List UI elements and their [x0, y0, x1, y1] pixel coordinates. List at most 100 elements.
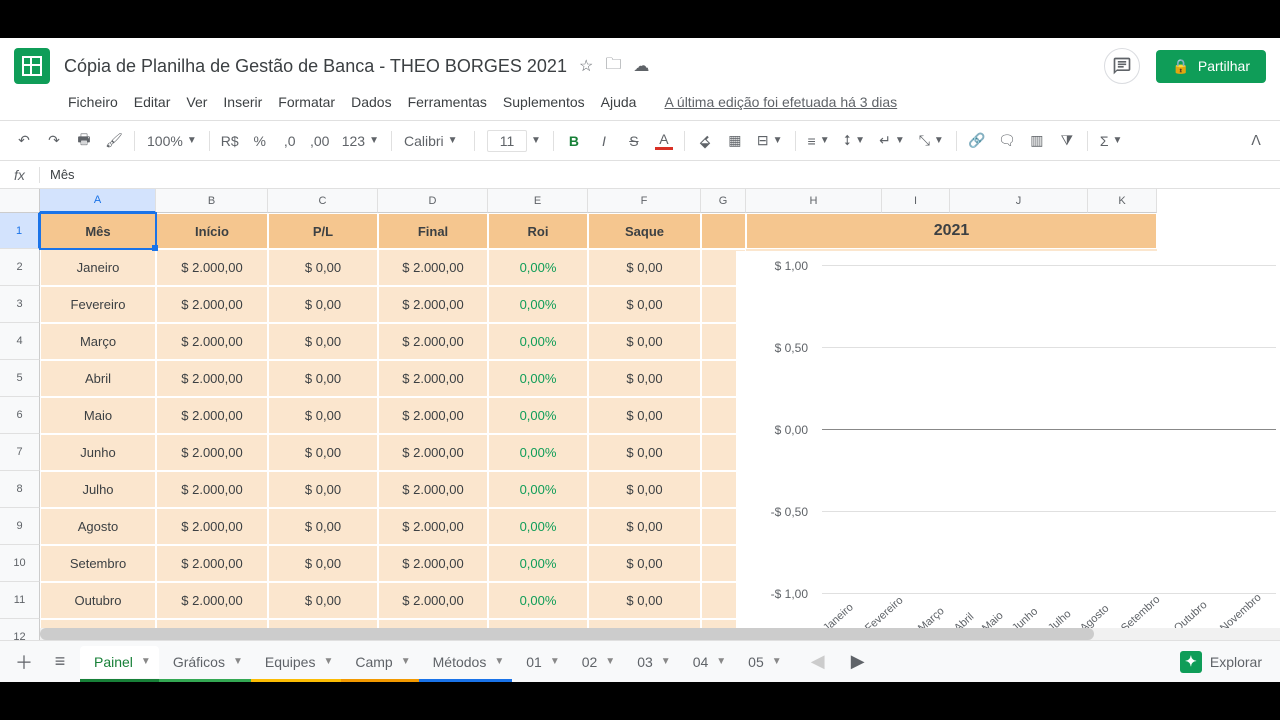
- cell-saque[interactable]: $ 0,00: [588, 397, 701, 434]
- cell-pl[interactable]: $ 0,00: [268, 508, 378, 545]
- column-header[interactable]: A: [40, 189, 156, 213]
- row-header[interactable]: 11: [0, 582, 40, 619]
- rotate-dropdown[interactable]: ⤡▼: [913, 132, 950, 149]
- merge-dropdown[interactable]: ⊟▼: [751, 132, 789, 149]
- row-header[interactable]: 3: [0, 286, 40, 323]
- menu-data[interactable]: Dados: [345, 90, 397, 114]
- cell-pl[interactable]: $ 0,00: [268, 286, 378, 323]
- menu-file[interactable]: Ficheiro: [62, 90, 124, 114]
- share-button[interactable]: 🔒 Partilhar: [1156, 50, 1266, 83]
- column-header[interactable]: F: [588, 189, 701, 213]
- cell-inicio[interactable]: $ 2.000,00: [156, 286, 268, 323]
- cell-mes[interactable]: Outubro: [40, 582, 156, 619]
- sheet-tab[interactable]: Equipes▼: [251, 646, 342, 678]
- header-cell[interactable]: Roi: [488, 213, 588, 249]
- cell-mes[interactable]: Fevereiro: [40, 286, 156, 323]
- formula-input[interactable]: Mês: [40, 167, 1280, 182]
- italic-button[interactable]: I: [590, 127, 618, 155]
- cell-final[interactable]: $ 2.000,00: [378, 545, 488, 582]
- select-all-corner[interactable]: [0, 189, 40, 213]
- chart-area[interactable]: $ 1,00 $ 0,50 $ 0,00 -$ 0,50 -$ 1,00 Jan…: [736, 251, 1276, 630]
- cell-final[interactable]: $ 2.000,00: [378, 286, 488, 323]
- header-cell[interactable]: P/L: [268, 213, 378, 249]
- row-header[interactable]: 1: [0, 213, 40, 249]
- functions-dropdown[interactable]: Σ▼: [1094, 133, 1129, 149]
- format-percent-button[interactable]: %: [246, 127, 274, 155]
- row-header[interactable]: 10: [0, 545, 40, 582]
- doc-title[interactable]: Cópia de Planilha de Gestão de Banca - T…: [64, 56, 567, 77]
- cell-mes[interactable]: Setembro: [40, 545, 156, 582]
- format-dropdown[interactable]: 123▼: [336, 133, 385, 149]
- menu-help[interactable]: Ajuda: [595, 90, 643, 114]
- link-button[interactable]: 🔗: [963, 127, 991, 155]
- cell-roi[interactable]: 0,00%: [488, 249, 588, 286]
- format-currency-button[interactable]: R$: [216, 127, 244, 155]
- cell-saque[interactable]: $ 0,00: [588, 471, 701, 508]
- cell-roi[interactable]: 0,00%: [488, 397, 588, 434]
- row-header[interactable]: 5: [0, 360, 40, 397]
- cell-roi[interactable]: 0,00%: [488, 508, 588, 545]
- header-cell[interactable]: Mês: [40, 213, 156, 249]
- cell-inicio[interactable]: $ 2.000,00: [156, 434, 268, 471]
- cell-mes[interactable]: Agosto: [40, 508, 156, 545]
- cell-final[interactable]: $ 2.000,00: [378, 434, 488, 471]
- sheets-logo[interactable]: [14, 48, 50, 84]
- cell-mes[interactable]: Abril: [40, 360, 156, 397]
- cell-pl[interactable]: $ 0,00: [268, 471, 378, 508]
- sheet-tab[interactable]: 02▼: [568, 646, 623, 678]
- cell-pl[interactable]: $ 0,00: [268, 434, 378, 471]
- comment-button[interactable]: 🗨: [993, 127, 1021, 155]
- sheet-tab[interactable]: Camp▼: [341, 646, 418, 678]
- cell-final[interactable]: $ 2.000,00: [378, 582, 488, 619]
- row-header[interactable]: 4: [0, 323, 40, 360]
- cell-inicio[interactable]: $ 2.000,00: [156, 323, 268, 360]
- column-header[interactable]: D: [378, 189, 488, 213]
- row-header[interactable]: 8: [0, 471, 40, 508]
- sheet-tab[interactable]: 05▼: [734, 646, 789, 678]
- sheet-tab[interactable]: 03▼: [623, 646, 678, 678]
- increase-decimal-button[interactable]: ,00: [306, 127, 334, 155]
- star-icon[interactable]: ☆: [579, 56, 593, 76]
- cell-inicio[interactable]: $ 2.000,00: [156, 360, 268, 397]
- cell-saque[interactable]: $ 0,00: [588, 582, 701, 619]
- cell-pl[interactable]: $ 0,00: [268, 323, 378, 360]
- cell-final[interactable]: $ 2.000,00: [378, 360, 488, 397]
- column-header[interactable]: K: [1088, 189, 1157, 213]
- menu-tools[interactable]: Ferramentas: [402, 90, 493, 114]
- cell-inicio[interactable]: $ 2.000,00: [156, 582, 268, 619]
- cell-final[interactable]: $ 2.000,00: [378, 397, 488, 434]
- row-header[interactable]: 6: [0, 397, 40, 434]
- column-header[interactable]: J: [950, 189, 1088, 213]
- cell-saque[interactable]: $ 0,00: [588, 286, 701, 323]
- menu-view[interactable]: Ver: [180, 90, 213, 114]
- cell-roi[interactable]: 0,00%: [488, 434, 588, 471]
- cell-roi[interactable]: 0,00%: [488, 286, 588, 323]
- cell-final[interactable]: $ 2.000,00: [378, 508, 488, 545]
- cell-inicio[interactable]: $ 2.000,00: [156, 508, 268, 545]
- sheet-tab[interactable]: Painel▼: [80, 646, 159, 678]
- cell-final[interactable]: $ 2.000,00: [378, 323, 488, 360]
- cell-roi[interactable]: 0,00%: [488, 360, 588, 397]
- column-header[interactable]: H: [746, 189, 882, 213]
- move-icon[interactable]: 🗀: [605, 53, 621, 80]
- cell-saque[interactable]: $ 0,00: [588, 545, 701, 582]
- header-cell[interactable]: Início: [156, 213, 268, 249]
- chart-title-cell[interactable]: 2021: [746, 213, 1157, 249]
- strike-button[interactable]: S: [620, 127, 648, 155]
- column-header[interactable]: G: [701, 189, 746, 213]
- menu-addons[interactable]: Suplementos: [497, 90, 591, 114]
- cell-mes[interactable]: Março: [40, 323, 156, 360]
- filter-button[interactable]: ⧩: [1053, 127, 1081, 155]
- font-dropdown[interactable]: Calibri▼: [398, 133, 468, 149]
- sheet-tab[interactable]: 04▼: [679, 646, 734, 678]
- all-sheets-button[interactable]: ≡: [44, 646, 76, 678]
- menu-insert[interactable]: Inserir: [217, 90, 268, 114]
- borders-button[interactable]: ▦: [721, 127, 749, 155]
- menu-edit[interactable]: Editar: [128, 90, 177, 114]
- cell-roi[interactable]: 0,00%: [488, 545, 588, 582]
- last-edit-link[interactable]: A última edição foi efetuada há 3 dias: [658, 90, 903, 114]
- cell-mes[interactable]: Julho: [40, 471, 156, 508]
- halign-dropdown[interactable]: ≡▼: [802, 133, 836, 149]
- cell-saque[interactable]: $ 0,00: [588, 434, 701, 471]
- sheet-tab[interactable]: 01▼: [512, 646, 567, 678]
